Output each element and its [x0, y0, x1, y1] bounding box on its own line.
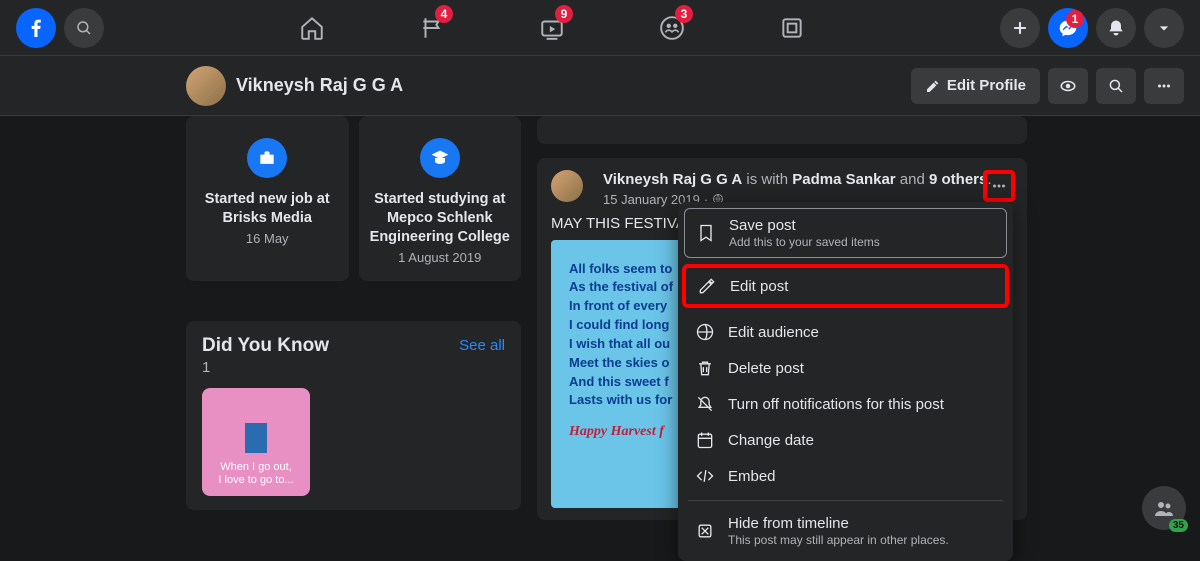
life-event-date: 16 May	[196, 231, 339, 246]
messenger-fab[interactable]: 35	[1142, 486, 1186, 530]
calendar-icon	[694, 430, 716, 450]
profile-avatar[interactable]	[186, 66, 226, 106]
facebook-logo[interactable]	[16, 8, 56, 48]
watch-badge: 9	[555, 5, 573, 23]
fab-count: 35	[1169, 519, 1188, 532]
menu-change-date[interactable]: Change date	[684, 422, 1007, 458]
dyk-title: Did You Know	[202, 335, 329, 357]
trash-icon	[694, 358, 716, 378]
life-event-title: Started new job at Brisks Media	[196, 190, 339, 228]
nav-gaming[interactable]	[767, 3, 817, 53]
life-event-card[interactable]: Started studying at Mepco Schlenk Engine…	[359, 116, 522, 281]
bell-off-icon	[694, 394, 716, 414]
post-tagged-person[interactable]: Padma Sankar	[792, 171, 895, 188]
post-author[interactable]: Vikneysh Raj G G A	[603, 171, 742, 188]
account-button[interactable]	[1144, 8, 1184, 48]
graduation-icon	[420, 138, 460, 178]
messenger-button[interactable]: 1	[1048, 8, 1088, 48]
create-button[interactable]	[1000, 8, 1040, 48]
post-options-button[interactable]	[983, 170, 1015, 202]
bookmark-icon	[695, 223, 717, 243]
dyk-card-text: I love to go to...	[218, 474, 293, 486]
edit-profile-label: Edit Profile	[947, 77, 1026, 94]
groups-badge: 3	[675, 5, 693, 23]
menu-turn-off-notifications[interactable]: Turn off notifications for this post	[684, 386, 1007, 422]
search-profile-button[interactable]	[1096, 68, 1136, 104]
menu-edit-post[interactable]: Edit post	[682, 264, 1009, 308]
notifications-button[interactable]	[1096, 8, 1136, 48]
did-you-know-section: Did You Know See all 1 When I go out,I l…	[186, 321, 521, 510]
view-as-button[interactable]	[1048, 68, 1088, 104]
hide-icon	[694, 521, 716, 541]
dyk-count: 1	[202, 359, 505, 376]
post-header-text: Vikneysh Raj G G A is with Padma Sankar …	[603, 170, 992, 190]
menu-hide-from-timeline[interactable]: Hide from timelineThis post may still ap…	[684, 507, 1007, 555]
globe-icon	[694, 322, 716, 342]
see-all-link[interactable]: See all	[459, 337, 505, 354]
nav-watch[interactable]: 9	[527, 3, 577, 53]
menu-save-post[interactable]: Save postAdd this to your saved items	[684, 208, 1007, 258]
search-button[interactable]	[64, 8, 104, 48]
menu-embed[interactable]: Embed	[684, 458, 1007, 494]
profile-more-button[interactable]	[1144, 68, 1184, 104]
dyk-card-text: When I go out,	[220, 461, 292, 473]
code-icon	[694, 466, 716, 486]
pencil-icon	[696, 276, 718, 296]
dyk-card[interactable]: When I go out,I love to go to...	[202, 388, 310, 496]
profile-name: Vikneysh Raj G G A	[236, 75, 403, 96]
menu-delete-post[interactable]: Delete post	[684, 350, 1007, 386]
menu-edit-audience[interactable]: Edit audience	[684, 314, 1007, 350]
messenger-badge: 1	[1066, 10, 1084, 28]
post-author-avatar[interactable]	[551, 170, 583, 202]
life-event-date: 1 August 2019	[369, 250, 512, 265]
post-options-menu: Save postAdd this to your saved items Ed…	[678, 202, 1013, 561]
nav-groups[interactable]: 3	[647, 3, 697, 53]
nav-home[interactable]	[287, 3, 337, 53]
comment-input-stub[interactable]	[537, 116, 1027, 144]
life-event-card[interactable]: Started new job at Brisks Media 16 May	[186, 116, 349, 281]
menu-separator	[688, 500, 1003, 501]
dyk-illustration	[245, 423, 267, 453]
pages-badge: 4	[435, 5, 453, 23]
briefcase-icon	[247, 138, 287, 178]
nav-pages[interactable]: 4	[407, 3, 457, 53]
post-tagged-others[interactable]: 9 others	[929, 171, 987, 188]
life-event-title: Started studying at Mepco Schlenk Engine…	[369, 190, 512, 247]
edit-profile-button[interactable]: Edit Profile	[911, 68, 1040, 104]
